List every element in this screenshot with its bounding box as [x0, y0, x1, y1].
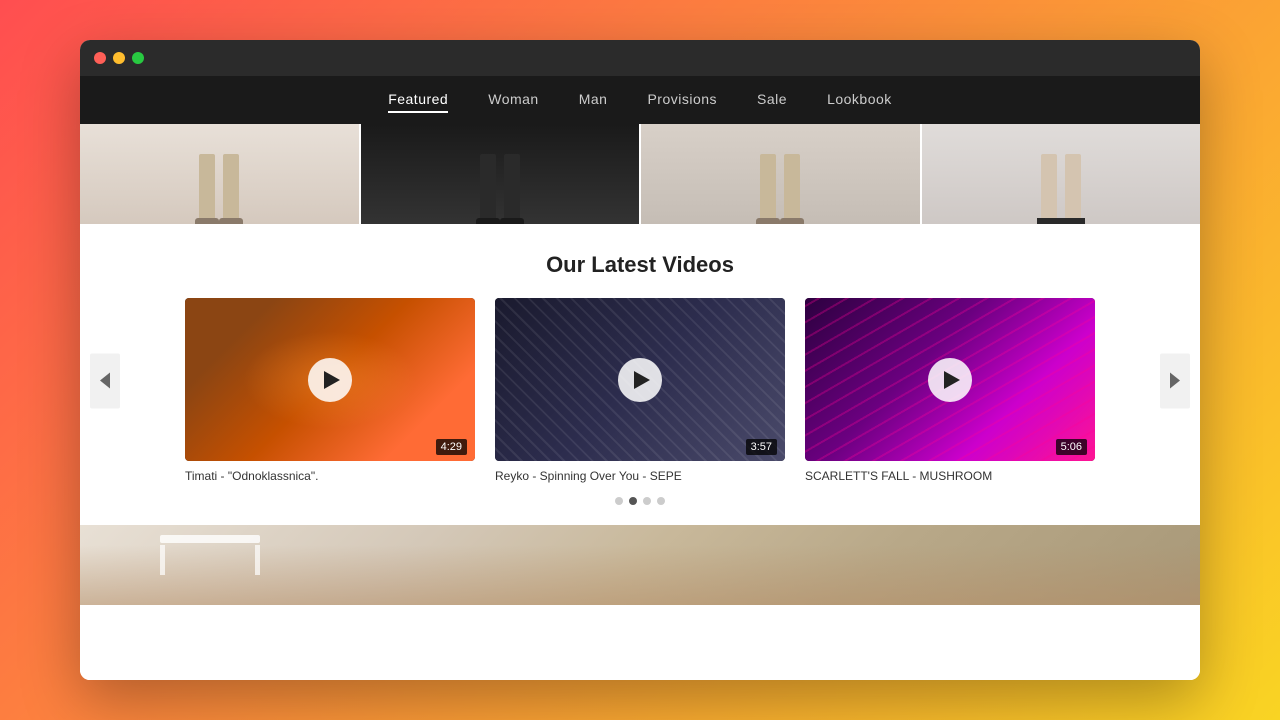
nav-item-man[interactable]: Man: [579, 87, 608, 111]
bottom-lifestyle-section: [80, 525, 1200, 605]
hero-image-2: [361, 124, 642, 224]
play-button-3[interactable]: [928, 358, 972, 402]
video-card-3[interactable]: 5:06 SCARLETT'S FALL - MUSHROOM: [805, 298, 1095, 483]
carousel-next-button[interactable]: [1160, 353, 1190, 408]
table-leg-2: [255, 545, 260, 575]
furniture-decoration: [160, 535, 260, 585]
main-content: Our Latest Videos 4:29: [80, 224, 1200, 680]
chevron-right-icon: [1170, 373, 1180, 389]
nav-links: Featured Woman Man Provisions Sale Lookb…: [388, 91, 892, 109]
carousel-dot-2[interactable]: [629, 497, 637, 505]
table-legs: [160, 545, 260, 575]
carousel-dot-1[interactable]: [615, 497, 623, 505]
nav-item-featured[interactable]: Featured: [388, 87, 448, 113]
fullscreen-dot[interactable]: [132, 52, 144, 64]
minimize-dot[interactable]: [113, 52, 125, 64]
video-title-3: SCARLETT'S FALL - MUSHROOM: [805, 469, 1095, 483]
video-title-1: Timati - "Odnoklassnica".: [185, 469, 475, 483]
video-card-2[interactable]: 3:57 Reyko - Spinning Over You - SEPE: [495, 298, 785, 483]
carousel-dots: [140, 497, 1140, 505]
play-button-1[interactable]: [308, 358, 352, 402]
table-top: [160, 535, 260, 543]
nav-item-woman[interactable]: Woman: [488, 87, 538, 111]
hero-image-4: [922, 124, 1201, 224]
play-icon-1: [324, 371, 340, 389]
main-nav: Featured Woman Man Provisions Sale Lookb…: [80, 76, 1200, 124]
browser-content: Featured Woman Man Provisions Sale Lookb…: [80, 76, 1200, 680]
video-thumbnail-1[interactable]: 4:29: [185, 298, 475, 461]
hero-strip: [80, 124, 1200, 224]
carousel-prev-button[interactable]: [90, 353, 120, 408]
hero-image-3: [641, 124, 922, 224]
section-title: Our Latest Videos: [80, 252, 1200, 278]
browser-window: Featured Woman Man Provisions Sale Lookb…: [80, 40, 1200, 680]
close-dot[interactable]: [94, 52, 106, 64]
video-duration-3: 5:06: [1056, 439, 1087, 455]
video-thumbnail-3[interactable]: 5:06: [805, 298, 1095, 461]
video-thumbnail-2[interactable]: 3:57: [495, 298, 785, 461]
play-icon-2: [634, 371, 650, 389]
hero-image-1: [80, 124, 361, 224]
nav-item-lookbook[interactable]: Lookbook: [827, 87, 892, 111]
play-icon-3: [944, 371, 960, 389]
video-carousel: 4:29 Timati - "Odnoklassnica". 3:57: [80, 298, 1200, 505]
carousel-dot-3[interactable]: [643, 497, 651, 505]
video-grid: 4:29 Timati - "Odnoklassnica". 3:57: [140, 298, 1140, 483]
table-leg-1: [160, 545, 165, 575]
video-card-1[interactable]: 4:29 Timati - "Odnoklassnica".: [185, 298, 475, 483]
video-duration-2: 3:57: [746, 439, 777, 455]
nav-item-provisions[interactable]: Provisions: [647, 87, 717, 111]
carousel-dot-4[interactable]: [657, 497, 665, 505]
video-title-2: Reyko - Spinning Over You - SEPE: [495, 469, 785, 483]
video-duration-1: 4:29: [436, 439, 467, 455]
browser-titlebar: [80, 40, 1200, 76]
play-button-2[interactable]: [618, 358, 662, 402]
chevron-left-icon: [100, 373, 110, 389]
bottom-lifestyle-image: [80, 525, 1200, 605]
nav-item-sale[interactable]: Sale: [757, 87, 787, 111]
